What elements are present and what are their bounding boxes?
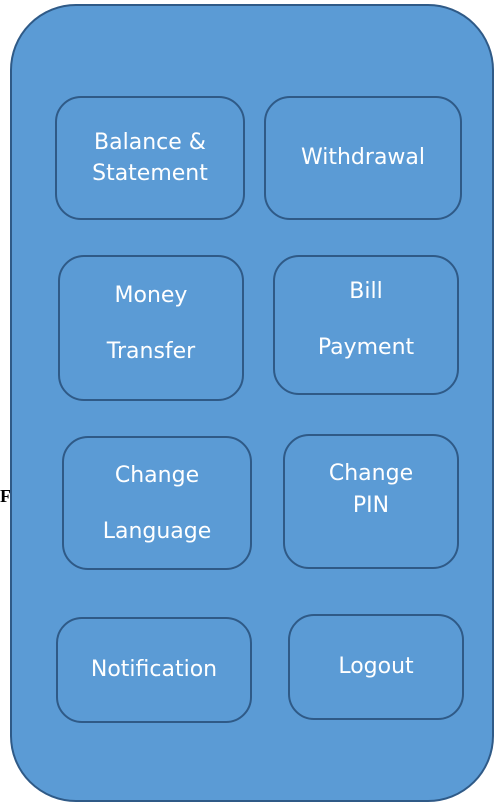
change-language-label-line1: Change [114, 463, 200, 488]
balance-statement-button[interactable]: Balance & Statement [55, 96, 245, 220]
balance-statement-label-line1: Balance & [94, 130, 206, 155]
bill-payment-label-line1: Bill [349, 279, 383, 304]
logout-button[interactable]: Logout [288, 614, 464, 720]
withdrawal-button[interactable]: Withdrawal [264, 96, 462, 220]
money-transfer-button[interactable]: Money Transfer [58, 255, 244, 401]
money-transfer-label-line1: Money [114, 283, 188, 308]
notification-button[interactable]: Notification [56, 617, 252, 723]
change-pin-button[interactable]: Change PIN [283, 434, 459, 569]
change-language-label-line2: Language [102, 519, 212, 544]
balance-statement-label-line2: Statement [92, 161, 208, 186]
change-pin-label-line2: PIN [352, 493, 390, 518]
bill-payment-button[interactable]: Bill Payment [273, 255, 459, 395]
notification-label: Notification [90, 657, 218, 682]
logout-label: Logout [338, 654, 414, 679]
change-pin-label-line1: Change [328, 461, 414, 486]
bill-payment-label-line2: Payment [317, 335, 415, 360]
money-transfer-label-line2: Transfer [106, 339, 196, 364]
change-language-button[interactable]: Change Language [62, 436, 252, 570]
withdrawal-label: Withdrawal [300, 145, 426, 170]
